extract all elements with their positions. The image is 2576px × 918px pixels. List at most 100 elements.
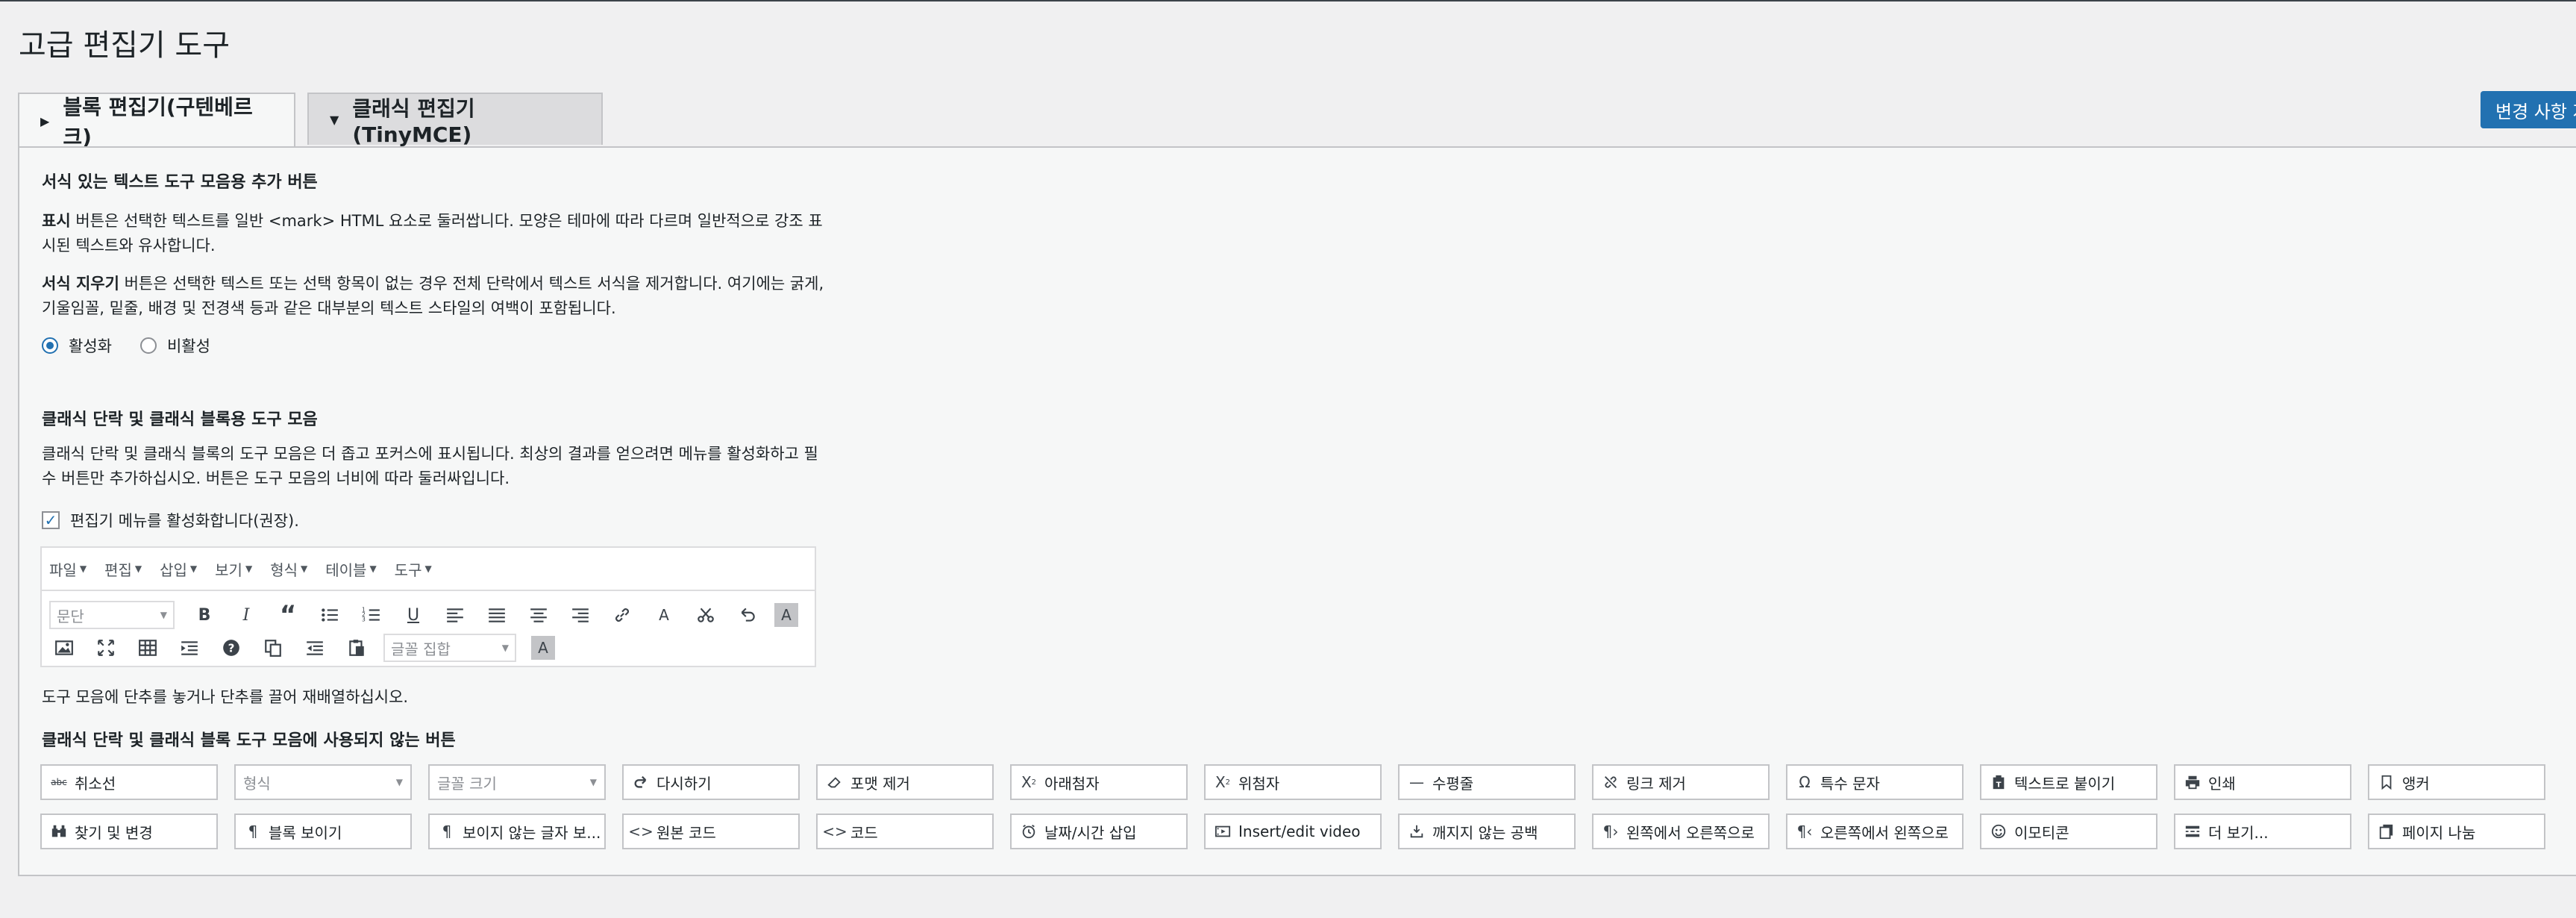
align-center-icon[interactable] [524, 600, 554, 630]
caret-down-icon: ▼ [501, 643, 509, 653]
unused-remove-format-button[interactable]: 포맷 제거 [816, 764, 994, 800]
unused-special-char-button[interactable]: Ω 특수 문자 [1786, 764, 1964, 800]
undo-icon[interactable] [733, 600, 762, 630]
image-icon[interactable] [49, 633, 79, 663]
help-icon[interactable]: ? [216, 633, 246, 663]
unused-ltr-button[interactable]: ¶› 왼쪽에서 오른쪽으로 [1592, 814, 1770, 849]
cut-icon[interactable] [691, 600, 721, 630]
expand-arrow-icon: ▶ [40, 113, 50, 128]
unused-paste-text-button[interactable]: T 텍스트로 붙이기 [1980, 764, 2157, 800]
unused-video-button[interactable]: Insert/edit video [1204, 814, 1382, 849]
save-changes-button[interactable]: 변경 사항 저장 [2481, 91, 2576, 128]
binoculars-icon [49, 822, 69, 841]
tab-block-editor[interactable]: ▶ 블록 편집기(구텐베르크) [18, 93, 295, 149]
unused-font-size-select[interactable]: 글꼴 크기 ▼ [428, 764, 606, 800]
settings-panel: 서식 있는 텍스트 도구 모음용 추가 버튼 표시 버튼은 선택한 텍스트를 일… [18, 146, 2576, 876]
highlight-color-icon[interactable]: A [531, 636, 555, 660]
menu-edit[interactable]: 편집 ▼ [104, 558, 142, 580]
table-icon[interactable] [133, 633, 163, 663]
menu-view[interactable]: 보기 ▼ [215, 558, 252, 580]
menu-format[interactable]: 형식 ▼ [270, 558, 307, 580]
caret-down-icon: ▼ [424, 563, 432, 574]
fullscreen-icon[interactable] [91, 633, 121, 663]
unused-nbsp-button[interactable]: 깨지지 않는 공백 [1398, 814, 1576, 849]
eraser-icon [825, 772, 844, 792]
read-more-icon [2183, 822, 2202, 841]
unused-source-code-button[interactable]: <> 원본 코드 [622, 814, 800, 849]
toolbar-hint: 도구 모음에 단추를 놓거나 단추를 끌어 재배열하십시오. [42, 688, 409, 706]
toolbar-row-2: ? 글꼴 집합 ▼ A [49, 633, 567, 663]
unused-horizontal-rule-button[interactable]: — 수평줄 [1398, 764, 1576, 800]
bold-icon[interactable]: B [189, 600, 219, 630]
menu-insert[interactable]: 삽입 ▼ [160, 558, 197, 580]
clock-icon [1019, 822, 1038, 841]
unused-invisible-chars-button[interactable]: ¶ 보이지 않는 글자 보... [428, 814, 606, 849]
unused-superscript-button[interactable]: X 2 위첨자 [1204, 764, 1382, 800]
unused-print-button[interactable]: 인쇄 [2174, 764, 2351, 800]
toolbar-row-1: 문단 ▼ B I “ 123 U A A [49, 600, 810, 630]
horizontal-rule-icon: — [1409, 773, 1424, 791]
unused-datetime-button[interactable]: 날짜/시간 삽입 [1010, 814, 1188, 849]
menu-file[interactable]: 파일 ▼ [49, 558, 87, 580]
radio-disable[interactable] [140, 337, 157, 354]
unused-find-replace-button[interactable]: 찾기 및 변경 [40, 814, 218, 849]
blockquote-icon[interactable]: “ [273, 600, 303, 630]
numbered-list-icon[interactable]: 123 [357, 600, 386, 630]
nbsp-icon [1407, 822, 1426, 841]
unused-anchor-button[interactable]: 앵커 [2368, 764, 2545, 800]
subscript-icon: X2 [1021, 773, 1037, 791]
unused-subscript-button[interactable]: X 2 아래첨자 [1010, 764, 1188, 800]
italic-icon[interactable]: I [231, 600, 261, 630]
menu-table[interactable]: 테이블 ▼ [325, 558, 376, 580]
enable-radio-group: 활성화 비활성 [42, 334, 210, 357]
admin-top-border [0, 0, 2576, 1]
outdent-icon[interactable] [300, 633, 330, 663]
section-heading-classic: 클래식 단락 및 클래식 블록용 도구 모음 [42, 410, 318, 429]
underline-icon[interactable]: U [398, 600, 428, 630]
classic-toolbar-preview: 파일 ▼ 편집 ▼ 삽입 ▼ 보기 ▼ 형식 ▼ 테이블 ▼ 도구 ▼ 문단 ▼ B I “ 1… [40, 546, 816, 667]
link-icon[interactable] [607, 600, 637, 630]
unused-format-select[interactable]: 형식 ▼ [234, 764, 412, 800]
editor-menubar: 파일 ▼ 편집 ▼ 삽입 ▼ 보기 ▼ 형식 ▼ 테이블 ▼ 도구 ▼ [42, 548, 815, 591]
editor-menu-label: 편집기 메뉴를 활성화합니다(권장). [70, 512, 299, 530]
pilcrow-icon: ¶ [248, 822, 258, 840]
radio-enable[interactable] [42, 337, 58, 354]
unused-emoticons-button[interactable]: 이모티콘 [1980, 814, 2157, 849]
menu-tools[interactable]: 도구 ▼ [395, 558, 432, 580]
editor-menu-checkbox[interactable]: ✓ [42, 511, 60, 529]
paste-icon[interactable] [342, 633, 372, 663]
page-break-icon [2377, 822, 2396, 841]
ltr-icon: ¶› [1602, 822, 1619, 840]
rtl-icon: ¶‹ [1796, 822, 1813, 840]
highlight-icon[interactable]: A [774, 603, 798, 627]
text-color-icon[interactable]: A [649, 600, 679, 630]
unused-page-break-button[interactable]: 페이지 나눔 [2368, 814, 2545, 849]
copy-icon[interactable] [258, 633, 288, 663]
mark-term: 표시 [42, 212, 71, 230]
caret-down-icon: ▼ [395, 777, 403, 787]
unused-buttons-heading: 클래식 단락 및 클래식 블록 도구 모음에 사용되지 않는 버튼 [42, 731, 456, 750]
paste-text-icon: T [1989, 772, 2008, 792]
bullet-list-icon[interactable] [315, 600, 345, 630]
unused-read-more-button[interactable]: 더 보기... [2174, 814, 2351, 849]
editor-menu-option: ✓ 편집기 메뉴를 활성화합니다(권장). [42, 509, 299, 531]
font-family-select[interactable]: 글꼴 집합 ▼ [383, 634, 516, 662]
unused-redo-button[interactable]: 다시하기 [622, 764, 800, 800]
align-justify-icon[interactable] [482, 600, 512, 630]
redo-icon [631, 772, 651, 792]
unused-strikethrough-button[interactable]: abc 취소선 [40, 764, 218, 800]
paragraph-select[interactable]: 문단 ▼ [49, 601, 175, 629]
indent-icon[interactable] [175, 633, 204, 663]
align-left-icon[interactable] [440, 600, 470, 630]
align-right-icon[interactable] [565, 600, 595, 630]
unlink-icon [1601, 772, 1620, 792]
caret-down-icon: ▼ [369, 563, 377, 574]
unused-unlink-button[interactable]: 링크 제거 [1592, 764, 1770, 800]
unused-rtl-button[interactable]: ¶‹ 오른쪽에서 왼쪽으로 [1786, 814, 1964, 849]
tab-classic-editor[interactable]: ▼ 클래식 편집기(TinyMCE) [307, 93, 603, 147]
unused-show-blocks-button[interactable]: ¶ 블록 보이기 [234, 814, 412, 849]
tab-label: 블록 편집기(구텐베르크) [63, 95, 253, 149]
classic-description: 클래식 단락 및 클래식 블록의 도구 모음은 더 좁고 포커스에 표시됩니다.… [42, 445, 818, 487]
superscript-icon: X2 [1215, 773, 1231, 791]
unused-code-button[interactable]: <> 코드 [816, 814, 994, 849]
